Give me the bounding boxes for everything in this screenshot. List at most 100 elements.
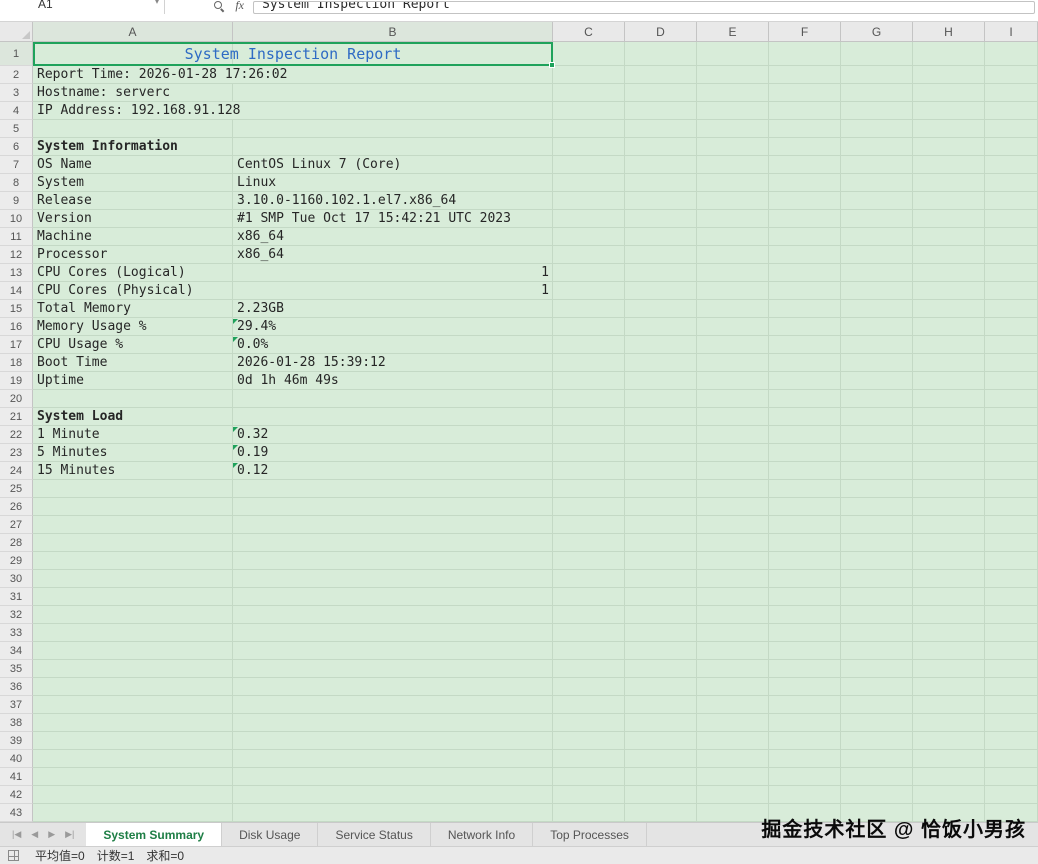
row-header-42[interactable]: 42 <box>0 786 33 804</box>
row-header-6[interactable]: 6 <box>0 138 33 156</box>
cell-B15[interactable]: 2.23GB <box>233 300 288 317</box>
row-header-1[interactable]: 1 <box>0 42 33 66</box>
cell-B13[interactable]: 1 <box>233 264 553 281</box>
row-cells-1[interactable]: System Inspection Report <box>33 42 1038 68</box>
cell-A9[interactable]: Release <box>33 192 96 209</box>
cell-B23[interactable]: 0.19 <box>233 444 273 461</box>
cell-B8[interactable]: Linux <box>233 174 281 191</box>
row-header-39[interactable]: 39 <box>0 732 33 750</box>
row-cells-16[interactable]: Memory Usage % 29.4% <box>33 318 1038 336</box>
cell-B7[interactable]: CentOS Linux 7 (Core) <box>233 156 406 173</box>
cell-B11[interactable]: x86_64 <box>233 228 288 245</box>
cell-B24[interactable]: 0.12 <box>233 462 273 479</box>
row-cells-17[interactable]: CPU Usage % 0.0% <box>33 336 1038 354</box>
row-header-20[interactable]: 20 <box>0 390 33 408</box>
cell-B19[interactable]: 0d 1h 46m 49s <box>233 372 343 389</box>
row-header-34[interactable]: 34 <box>0 642 33 660</box>
row-cells-6[interactable]: System Information <box>33 138 1038 156</box>
row-cells-28[interactable] <box>33 534 1038 552</box>
sheet-tab-disk-usage[interactable]: Disk Usage <box>222 823 319 846</box>
cell-A16[interactable]: Memory Usage % <box>33 318 151 335</box>
row-header-27[interactable]: 27 <box>0 516 33 534</box>
row-cells-29[interactable] <box>33 552 1038 570</box>
row-header-8[interactable]: 8 <box>0 174 33 192</box>
row-header-41[interactable]: 41 <box>0 768 33 786</box>
cell-A22[interactable]: 1 Minute <box>33 426 104 443</box>
select-all-corner[interactable] <box>0 22 33 41</box>
row-header-2[interactable]: 2 <box>0 66 33 84</box>
column-header-I[interactable]: I <box>985 22 1038 41</box>
cell-A17[interactable]: CPU Usage % <box>33 336 128 353</box>
formula-input[interactable]: System Inspection Report <box>253 1 1035 14</box>
row-cells-19[interactable]: Uptime 0d 1h 46m 49s <box>33 372 1038 390</box>
cell-A11[interactable]: Machine <box>33 228 96 245</box>
row-header-36[interactable]: 36 <box>0 678 33 696</box>
cell-A18[interactable]: Boot Time <box>33 354 112 371</box>
last-sheet-button[interactable]: ▶| <box>65 829 74 840</box>
row-cells-37[interactable] <box>33 696 1038 714</box>
row-header-15[interactable]: 15 <box>0 300 33 318</box>
row-header-35[interactable]: 35 <box>0 660 33 678</box>
row-header-19[interactable]: 19 <box>0 372 33 390</box>
row-header-17[interactable]: 17 <box>0 336 33 354</box>
row-header-16[interactable]: 16 <box>0 318 33 336</box>
row-header-12[interactable]: 12 <box>0 246 33 264</box>
row-header-9[interactable]: 9 <box>0 192 33 210</box>
column-header-A[interactable]: A <box>33 22 233 41</box>
cell-B10[interactable]: #1 SMP Tue Oct 17 15:42:21 UTC 2023 <box>233 210 515 227</box>
row-header-4[interactable]: 4 <box>0 102 33 120</box>
row-header-23[interactable]: 23 <box>0 444 33 462</box>
row-cells-13[interactable]: CPU Cores (Logical) 1 <box>33 264 1038 282</box>
row-header-33[interactable]: 33 <box>0 624 33 642</box>
column-header-E[interactable]: E <box>697 22 769 41</box>
row-header-22[interactable]: 22 <box>0 426 33 444</box>
sheet-tab-top-processes[interactable]: Top Processes <box>533 823 647 846</box>
column-header-D[interactable]: D <box>625 22 697 41</box>
row-cells-7[interactable]: OS Name CentOS Linux 7 (Core) <box>33 156 1038 174</box>
row-header-30[interactable]: 30 <box>0 570 33 588</box>
row-header-11[interactable]: 11 <box>0 228 33 246</box>
row-header-10[interactable]: 10 <box>0 210 33 228</box>
row-cells-40[interactable] <box>33 750 1038 768</box>
row-cells-22[interactable]: 1 Minute 0.32 <box>33 426 1038 444</box>
sheet-tab-network-info[interactable]: Network Info <box>431 823 534 846</box>
row-cells-11[interactable]: Machine x86_64 <box>33 228 1038 246</box>
row-header-24[interactable]: 24 <box>0 462 33 480</box>
cell-B16[interactable]: 29.4% <box>233 318 281 335</box>
row-cells-9[interactable]: Release 3.10.0-1160.102.1.el7.x86_64 <box>33 192 1038 210</box>
row-cells-42[interactable] <box>33 786 1038 804</box>
sheet-tab-system-summary[interactable]: System Summary <box>86 823 223 846</box>
row-header-13[interactable]: 13 <box>0 264 33 282</box>
cell-A14[interactable]: CPU Cores (Physical) <box>33 282 198 299</box>
row-cells-8[interactable]: System Linux <box>33 174 1038 192</box>
row-header-3[interactable]: 3 <box>0 84 33 102</box>
row-cells-15[interactable]: Total Memory 2.23GB <box>33 300 1038 318</box>
row-cells-24[interactable]: 15 Minutes 0.12 <box>33 462 1038 480</box>
cell-B14[interactable]: 1 <box>233 282 553 299</box>
row-cells-3[interactable]: Hostname: serverc <box>33 84 1038 102</box>
cell-A21[interactable]: System Load <box>33 408 128 425</box>
column-header-F[interactable]: F <box>769 22 841 41</box>
cell-A4[interactable]: IP Address: 192.168.91.128 <box>33 102 245 119</box>
cell-A2[interactable]: Report Time: 2026-01-28 17:26:02 <box>33 66 292 83</box>
next-sheet-button[interactable]: ▶ <box>48 829 55 840</box>
row-cells-18[interactable]: Boot Time 2026-01-28 15:39:12 <box>33 354 1038 372</box>
row-cells-41[interactable] <box>33 768 1038 786</box>
column-header-G[interactable]: G <box>841 22 913 41</box>
cell-B9[interactable]: 3.10.0-1160.102.1.el7.x86_64 <box>233 192 461 209</box>
row-cells-32[interactable] <box>33 606 1038 624</box>
cell-A6[interactable]: System Information <box>33 138 182 155</box>
row-header-37[interactable]: 37 <box>0 696 33 714</box>
row-cells-39[interactable] <box>33 732 1038 750</box>
sheet-tab-service-status[interactable]: Service Status <box>318 823 431 846</box>
row-cells-33[interactable] <box>33 624 1038 642</box>
row-cells-20[interactable] <box>33 390 1038 408</box>
search-icon[interactable] <box>214 1 224 11</box>
row-cells-38[interactable] <box>33 714 1038 732</box>
cell-B22[interactable]: 0.32 <box>233 426 273 443</box>
row-header-25[interactable]: 25 <box>0 480 33 498</box>
insert-function-fx-icon[interactable]: fx <box>235 0 244 13</box>
row-cells-2[interactable]: Report Time: 2026-01-28 17:26:02 <box>33 66 1038 84</box>
row-header-7[interactable]: 7 <box>0 156 33 174</box>
sheet-grid[interactable]: 1 System Inspection Report 2 Report Time: 2… <box>0 42 1038 822</box>
